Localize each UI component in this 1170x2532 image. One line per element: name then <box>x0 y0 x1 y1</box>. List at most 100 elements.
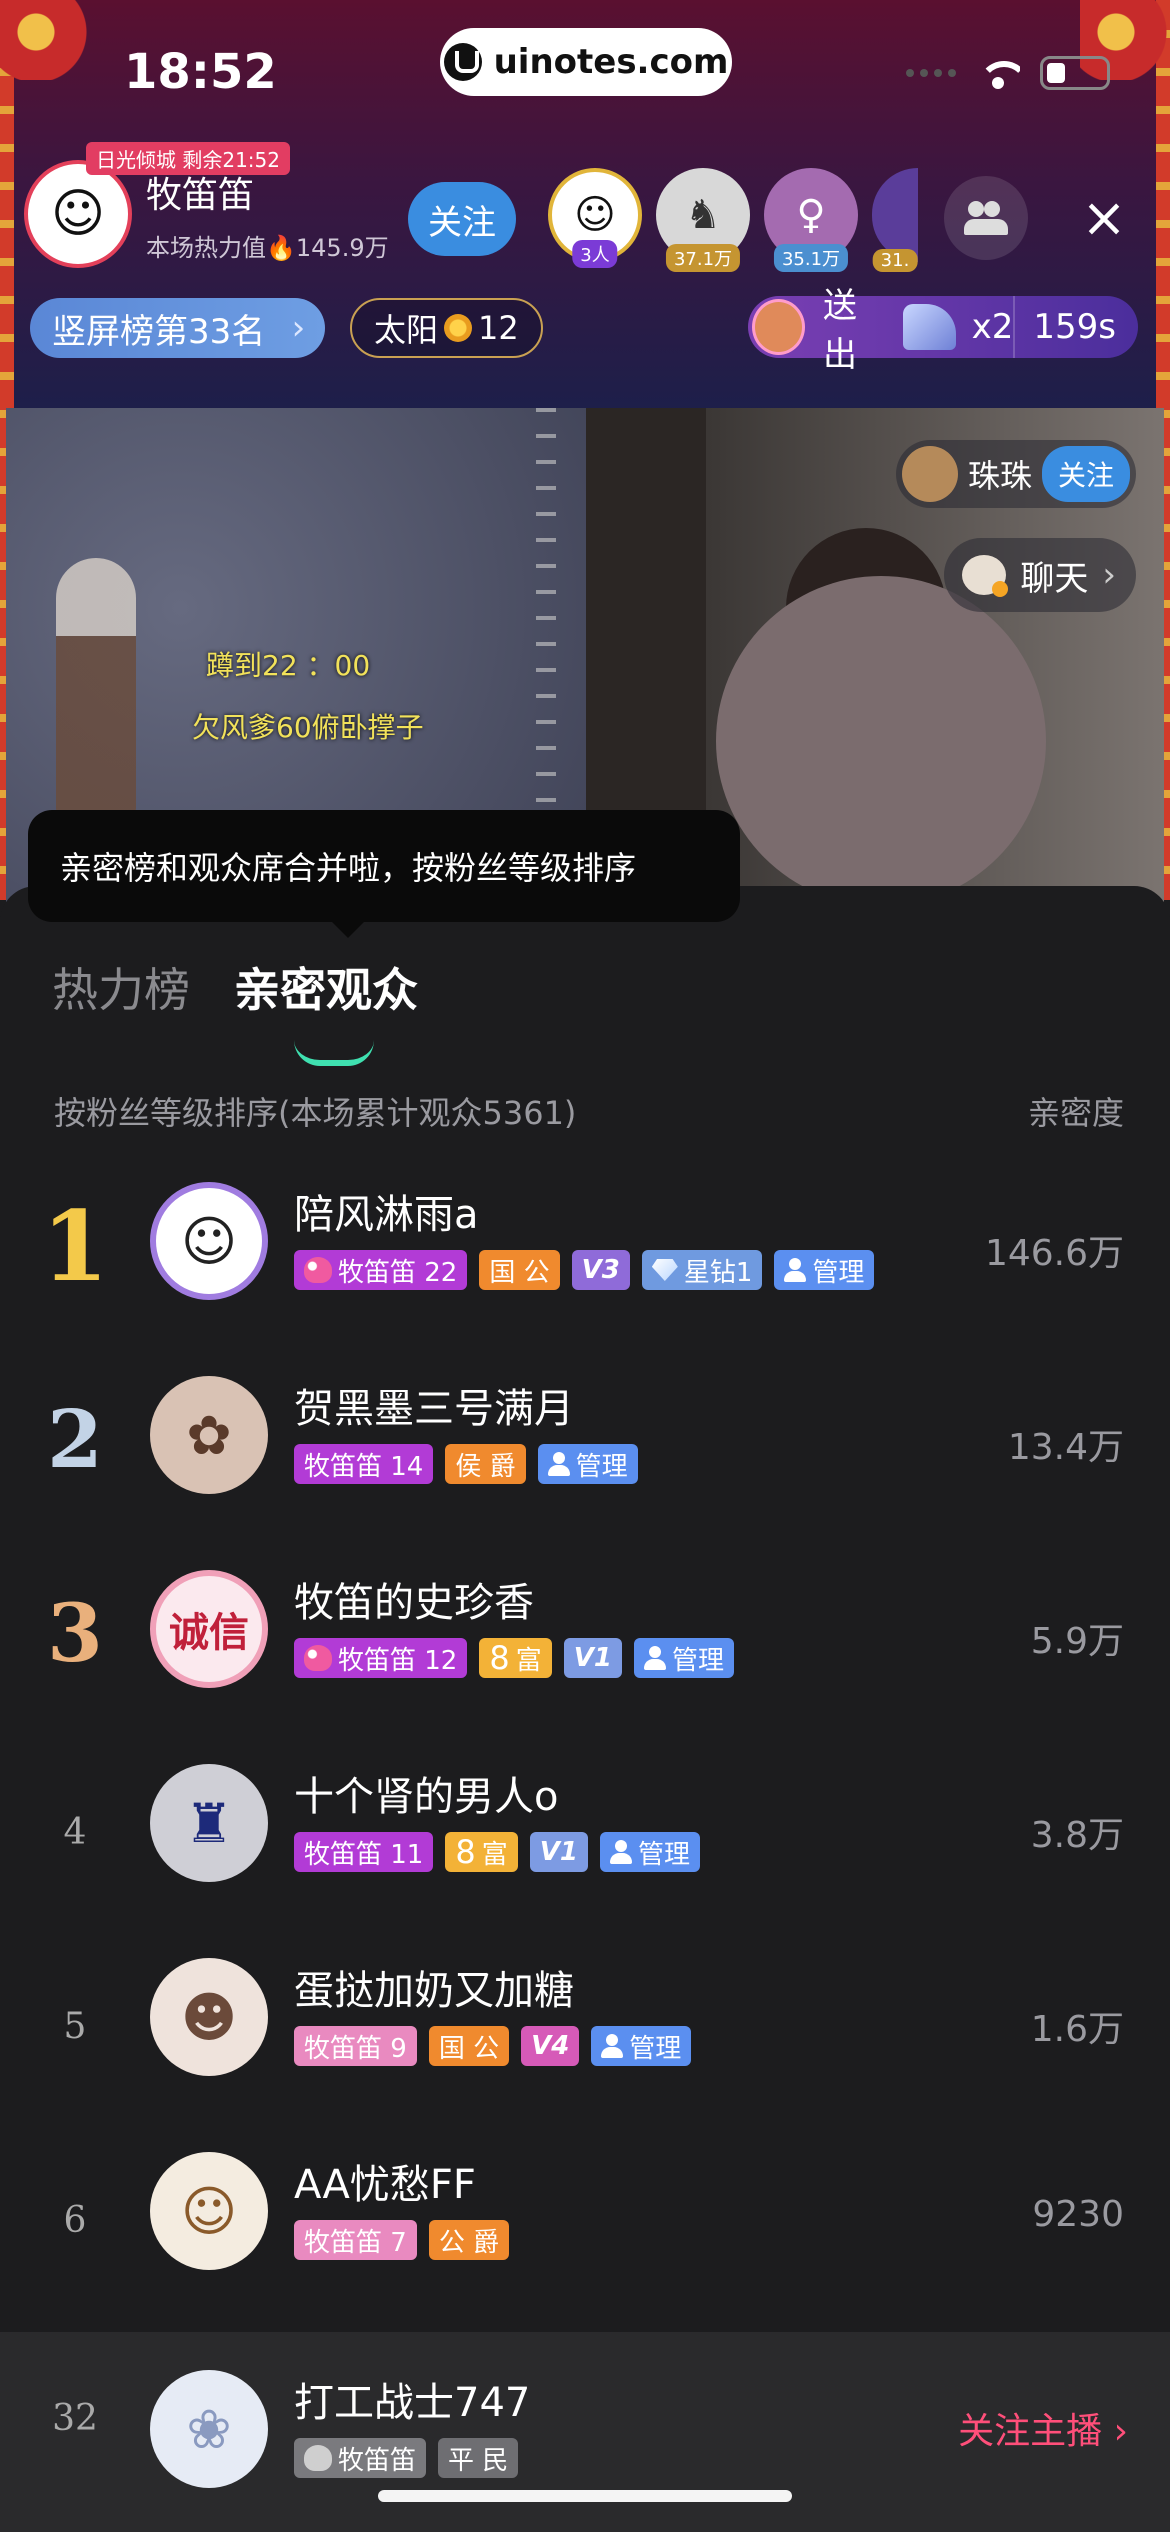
tab-heat-rank[interactable]: 热力榜 <box>52 954 190 1020</box>
user-name: 贺黑墨三号满月 <box>294 1386 574 1432</box>
star-diamond-badge: 星钻1 <box>641 1250 763 1290</box>
co-anchor-chip[interactable]: 珠珠 关注 <box>895 440 1136 508</box>
chevron-right-icon: › <box>291 308 306 348</box>
gift-text: 送出 <box>823 286 858 375</box>
rank-number: 3 <box>47 1586 103 1680</box>
vip-badge: V3 <box>571 1250 630 1290</box>
signal-icon <box>906 69 956 77</box>
intimacy-score: 3.8万 <box>1030 1815 1124 1856</box>
home-indicator <box>378 2490 792 2502</box>
rank-number: 2 <box>47 1392 103 1486</box>
merge-tooltip: 亲密榜和观众席合并啦，按粉丝等级排序 <box>28 810 740 938</box>
rank-pill-text: 竖屏榜第33名 <box>52 311 266 352</box>
badge-group: 牧笛笛 12 8富 V1 管理 <box>294 1638 734 1678</box>
video-lamp <box>56 558 136 818</box>
watermark-text: uinotes.com <box>493 42 729 82</box>
badge-group: 牧笛笛 14 侯 爵 管理 <box>294 1444 638 1484</box>
rank-number: 5 <box>63 2006 87 2047</box>
viewer-score-badge: 37.1万 <box>665 244 741 272</box>
admin-badge: 管理 <box>633 1638 734 1678</box>
user-name: 牧笛的史珍香 <box>294 1580 534 1626</box>
noble-badge: 平 民 <box>438 2438 519 2478</box>
audience-button[interactable] <box>944 176 1028 260</box>
list-sort-caption: 按粉丝等级排序(本场累计观众5361) <box>54 1094 577 1132</box>
viewer-avatar[interactable]: ♀ 35.1万 <box>764 168 858 272</box>
user-avatar[interactable]: ♜ <box>150 1764 268 1882</box>
decor-corner-left <box>0 0 90 80</box>
intimacy-score: 13.4万 <box>1007 1427 1124 1468</box>
my-avatar[interactable]: ❀ <box>150 2370 268 2488</box>
vip-badge: V1 <box>563 1638 622 1678</box>
chat-bubble-icon <box>962 555 1009 597</box>
user-avatar[interactable]: 诚信 <box>150 1570 268 1688</box>
vip-badge: V4 <box>521 2026 580 2066</box>
chevron-right-icon: › <box>1102 555 1116 595</box>
follow-host-button[interactable]: 关注 <box>408 182 516 256</box>
list-item[interactable]: 6 ☺ AA忧愁FF 牧笛笛 7 公 爵 9230 <box>0 2142 1170 2336</box>
battery-icon <box>1040 56 1110 90</box>
sun-pill-count: 12 <box>478 309 519 347</box>
person-icon <box>784 1258 807 1282</box>
user-avatar[interactable]: ☺ <box>150 2152 268 2270</box>
viewer-score-badge: 35.1万 <box>773 244 849 272</box>
viewer-avatar[interactable]: ☺ 3人 <box>548 168 642 268</box>
fan-level-badge: 牧笛笛 <box>294 2438 427 2478</box>
user-name: 十个肾的男人o <box>294 1774 559 1820</box>
user-avatar[interactable]: ✿ <box>150 1376 268 1494</box>
gift-banner: 送出 x2 159s <box>748 286 1138 375</box>
gift-count: x2 <box>971 307 1014 347</box>
user-name: 蛋挞加奶又加糖 <box>294 1968 574 2014</box>
list-item[interactable]: 5 ☻ 蛋挞加奶又加糖 牧笛笛 9 国 公 V4 管理 1.6万 <box>0 1948 1170 2142</box>
top-viewers: ☺ 3人 ♞ 37.1万 ♀ 35.1万 31. <box>548 168 918 272</box>
viewer-avatar[interactable]: 31. <box>872 168 918 272</box>
heart-icon <box>304 1645 332 1671</box>
sun-pill-text: 太阳 <box>374 311 439 349</box>
close-icon[interactable]: × <box>1076 190 1132 246</box>
badge-group: 牧笛笛 11 8富 V1 管理 <box>294 1832 700 1872</box>
rank-number: 1 <box>41 1190 109 1303</box>
fan-level-badge: 牧笛笛 9 <box>294 2026 417 2066</box>
person-icon <box>643 1646 666 1670</box>
rank-pill[interactable]: 竖屏榜第33名 › <box>30 298 326 358</box>
noble-badge: 侯 爵 <box>445 1444 526 1484</box>
tab-intimate-audience[interactable]: 亲密观众 <box>234 954 418 1066</box>
gift-sender-avatar <box>752 299 806 355</box>
list-item[interactable]: 1 ☺ 陪风淋雨a 牧笛笛 22 国 公 V3 星钻1 管理 146.6万 <box>0 1172 1170 1366</box>
watermark: uinotes.com <box>440 28 732 96</box>
gift-timer: 159s <box>1013 296 1134 358</box>
sun-pill[interactable]: 太阳 12 <box>350 298 543 358</box>
host-avatar[interactable]: ☺ <box>24 160 132 268</box>
rank-number: 4 <box>63 1812 87 1853</box>
host-activity-tag: 日光倾城 剩余21:52 <box>86 142 290 175</box>
intimacy-score: 1.6万 <box>1030 2009 1124 2050</box>
vip-badge: V1 <box>529 1832 588 1872</box>
co-anchor-follow-button[interactable]: 关注 <box>1041 446 1130 502</box>
rich-badge: 8富 <box>445 1832 518 1872</box>
heart-icon <box>304 1257 332 1283</box>
diamond-icon <box>651 1259 678 1281</box>
host-card[interactable]: ☺ 日光倾城 剩余21:52 牧笛笛 本场热力值🔥145.9万 <box>24 142 389 268</box>
user-avatar[interactable]: ☻ <box>150 1958 268 2076</box>
person-icon <box>547 1452 570 1476</box>
badge-group: 牧笛笛 7 公 爵 <box>294 2220 510 2260</box>
fan-level-badge: 牧笛笛 12 <box>294 1638 468 1678</box>
chat-button[interactable]: 聊天 › <box>944 538 1136 612</box>
list-item[interactable]: 2 ✿ 贺黑墨三号满月 牧笛笛 14 侯 爵 管理 13.4万 <box>0 1366 1170 1560</box>
video-overlay-line1: 蹲到22 ：00 <box>206 649 371 682</box>
intimacy-score: 5.9万 <box>1030 1621 1124 1662</box>
follow-host-link[interactable]: 关注主播 › <box>958 2402 1128 2454</box>
wifi-icon <box>976 57 1020 89</box>
user-name: AA忧愁FF <box>294 2162 476 2208</box>
fan-level-badge: 牧笛笛 7 <box>294 2220 417 2260</box>
list-score-header: 亲密度 <box>1027 1094 1124 1132</box>
user-avatar[interactable]: ☺ <box>150 1182 268 1300</box>
fan-level-badge: 牧笛笛 14 <box>294 1444 434 1484</box>
sun-icon <box>444 314 473 342</box>
list-item[interactable]: 4 ♜ 十个肾的男人o 牧笛笛 11 8富 V1 管理 3.8万 <box>0 1754 1170 1948</box>
list-item[interactable]: 3 诚信 牧笛的史珍香 牧笛笛 12 8富 V1 管理 5.9万 <box>0 1560 1170 1754</box>
viewer-avatar[interactable]: ♞ 37.1万 <box>656 168 750 272</box>
glass-slipper-icon <box>902 304 956 350</box>
video-overlay-line2: 欠风爹60俯卧撑子 <box>192 711 424 744</box>
noble-badge: 国 公 <box>428 2026 510 2066</box>
rank-number: 6 <box>63 2200 87 2241</box>
